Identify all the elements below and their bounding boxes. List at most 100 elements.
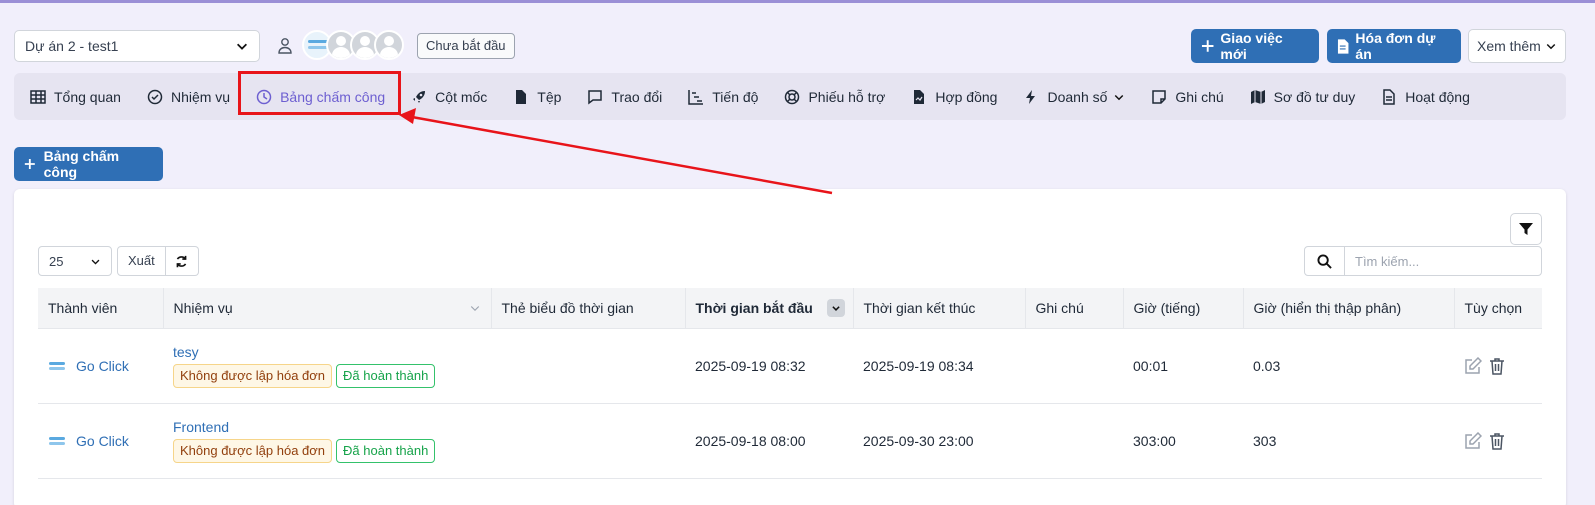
tab-contracts[interactable]: Hợp đồng [911, 89, 997, 105]
tab-files[interactable]: Tệp [513, 89, 561, 105]
search-input[interactable] [1345, 247, 1541, 275]
more-dropdown[interactable]: Xem thêm [1468, 29, 1566, 63]
project-status-badge: Chưa bắt đầu [417, 33, 515, 59]
clock-icon [256, 89, 272, 104]
billing-badge: Không được lập hóa đơn [173, 363, 333, 388]
page-size-select[interactable]: 25 [38, 246, 112, 276]
filter-button[interactable] [1510, 213, 1542, 245]
tab-notes[interactable]: Ghi chú [1151, 88, 1224, 105]
cell-hours: 303:00 [1123, 403, 1243, 479]
avatar[interactable] [374, 30, 404, 60]
project-select[interactable]: Dự án 2 - test1 [14, 30, 260, 62]
document-icon [1337, 38, 1349, 54]
edit-icon[interactable] [1464, 431, 1482, 450]
col-start-time-label: Thời gian bắt đầu [695, 299, 813, 316]
file-icon [516, 89, 527, 104]
more-label: Xem thêm [1477, 38, 1541, 54]
col-note[interactable]: Ghi chú [1025, 288, 1124, 329]
page-size-value: 25 [49, 253, 64, 269]
tab-label: Tiến độ [712, 88, 759, 105]
task-link[interactable]: tesy [173, 344, 481, 360]
cell-actions [1454, 403, 1542, 479]
tab-label: Ghi chú [1175, 88, 1224, 105]
table-icon [30, 89, 46, 104]
cell-task: tesy Không được lập hóa đơn Đã hoàn thành [163, 328, 491, 404]
refresh-icon [176, 255, 187, 267]
cell-note [1025, 328, 1123, 404]
member-avatar [48, 357, 66, 375]
timesheet-panel: 25 Xuất Thành viên Nhiệm vụ Thẻ biểu đồ … [14, 189, 1566, 505]
gantt-icon [688, 89, 704, 105]
sort-indicator[interactable] [826, 299, 845, 317]
project-select-value: Dự án 2 - test1 [25, 38, 119, 54]
check-circle-icon [147, 89, 163, 104]
status-badge: Đã hoàn thành [336, 363, 436, 388]
col-options: Tùy chọn [1454, 288, 1542, 329]
refresh-button[interactable] [165, 246, 199, 276]
tab-milestones[interactable]: Cột mốc [411, 89, 487, 105]
rocket-icon [413, 90, 426, 103]
col-timesheet-tags[interactable]: Thẻ biểu đồ thời gian [491, 288, 686, 329]
tab-discussions[interactable]: Trao đổi [587, 89, 662, 105]
tab-label: Sơ đồ tư duy [1273, 88, 1356, 105]
tab-label: Bảng chấm công [280, 88, 386, 105]
chevron-down-icon [237, 43, 247, 50]
task-link[interactable]: Frontend [173, 419, 481, 435]
tab-timesheets[interactable]: Bảng chấm công [256, 89, 385, 105]
tab-overview[interactable]: Tổng quan [30, 89, 121, 105]
tab-label: Nhiệm vụ [170, 88, 231, 105]
tab-label: Trao đổi [611, 88, 663, 105]
cell-tags [491, 403, 685, 479]
tab-support-tickets[interactable]: Phiếu hỗ trợ [784, 89, 885, 105]
col-task[interactable]: Nhiệm vụ [163, 288, 492, 329]
project-header: Dự án 2 - test1 Chưa bắt đầu Giao việc m… [14, 29, 1581, 63]
cell-hours-decimal: 303 [1243, 403, 1454, 479]
col-hours[interactable]: Giờ (tiếng) [1123, 288, 1244, 329]
user-icon[interactable] [278, 37, 292, 55]
timesheet-table: Thành viên Nhiệm vụ Thẻ biểu đồ thời gia… [38, 288, 1542, 479]
cell-member: Go Click [38, 328, 163, 404]
search-box [1304, 246, 1542, 276]
tab-label: Phiếu hỗ trợ [808, 88, 886, 105]
row-actions [1464, 356, 1532, 375]
lifebuoy-icon [785, 89, 800, 104]
plus-icon [1201, 40, 1214, 52]
tab-tasks[interactable]: Nhiệm vụ [147, 89, 230, 105]
member-link[interactable]: Go Click [48, 357, 153, 375]
bolt-icon [1026, 89, 1036, 104]
cell-hours-decimal: 0.03 [1243, 328, 1454, 404]
col-end-time[interactable]: Thời gian kết thúc [853, 288, 1026, 329]
chevron-down-icon [91, 259, 100, 265]
member-link[interactable]: Go Click [48, 432, 153, 450]
member-avatars [302, 30, 404, 60]
billing-badge: Không được lập hóa đơn [173, 438, 333, 463]
export-button[interactable]: Xuất [117, 246, 166, 276]
col-member[interactable]: Thành viên [38, 288, 164, 329]
top-accent-line [0, 0, 1595, 3]
trash-icon[interactable] [1488, 357, 1506, 375]
cell-start: 2025-09-19 08:32 [685, 328, 853, 404]
contract-icon [914, 89, 925, 104]
tab-sales[interactable]: Doanh số [1023, 89, 1125, 105]
activity-icon [1383, 88, 1395, 105]
project-tabs: Tổng quan Nhiệm vụ Bảng chấm công Cột mố… [14, 73, 1566, 120]
project-invoice-button[interactable]: Hóa đơn dự án [1327, 29, 1461, 63]
tab-gantt[interactable]: Tiến độ [688, 89, 758, 105]
col-start-time[interactable]: Thời gian bắt đầu [685, 288, 854, 329]
new-task-label: Giao việc mới [1220, 30, 1283, 62]
edit-icon[interactable] [1464, 356, 1482, 375]
search-icon-box [1305, 247, 1345, 275]
tab-mindmap[interactable]: Sơ đồ tư duy [1250, 88, 1356, 105]
trash-icon[interactable] [1488, 432, 1506, 450]
chevron-down-icon [1115, 94, 1124, 100]
new-task-button[interactable]: Giao việc mới [1191, 29, 1319, 63]
cell-tags [491, 328, 685, 404]
tab-activity[interactable]: Hoạt động [1381, 89, 1470, 105]
row-actions [1464, 431, 1532, 450]
cell-end: 2025-09-30 23:00 [853, 403, 1025, 479]
chevron-down-icon [470, 306, 479, 312]
col-hours-decimal[interactable]: Giờ (hiển thị thập phân) [1243, 288, 1455, 329]
add-timesheet-button[interactable]: Bảng chấm công [14, 147, 163, 181]
table-header-row: Thành viên Nhiệm vụ Thẻ biểu đồ thời gia… [38, 288, 1542, 329]
cell-note [1025, 403, 1123, 479]
